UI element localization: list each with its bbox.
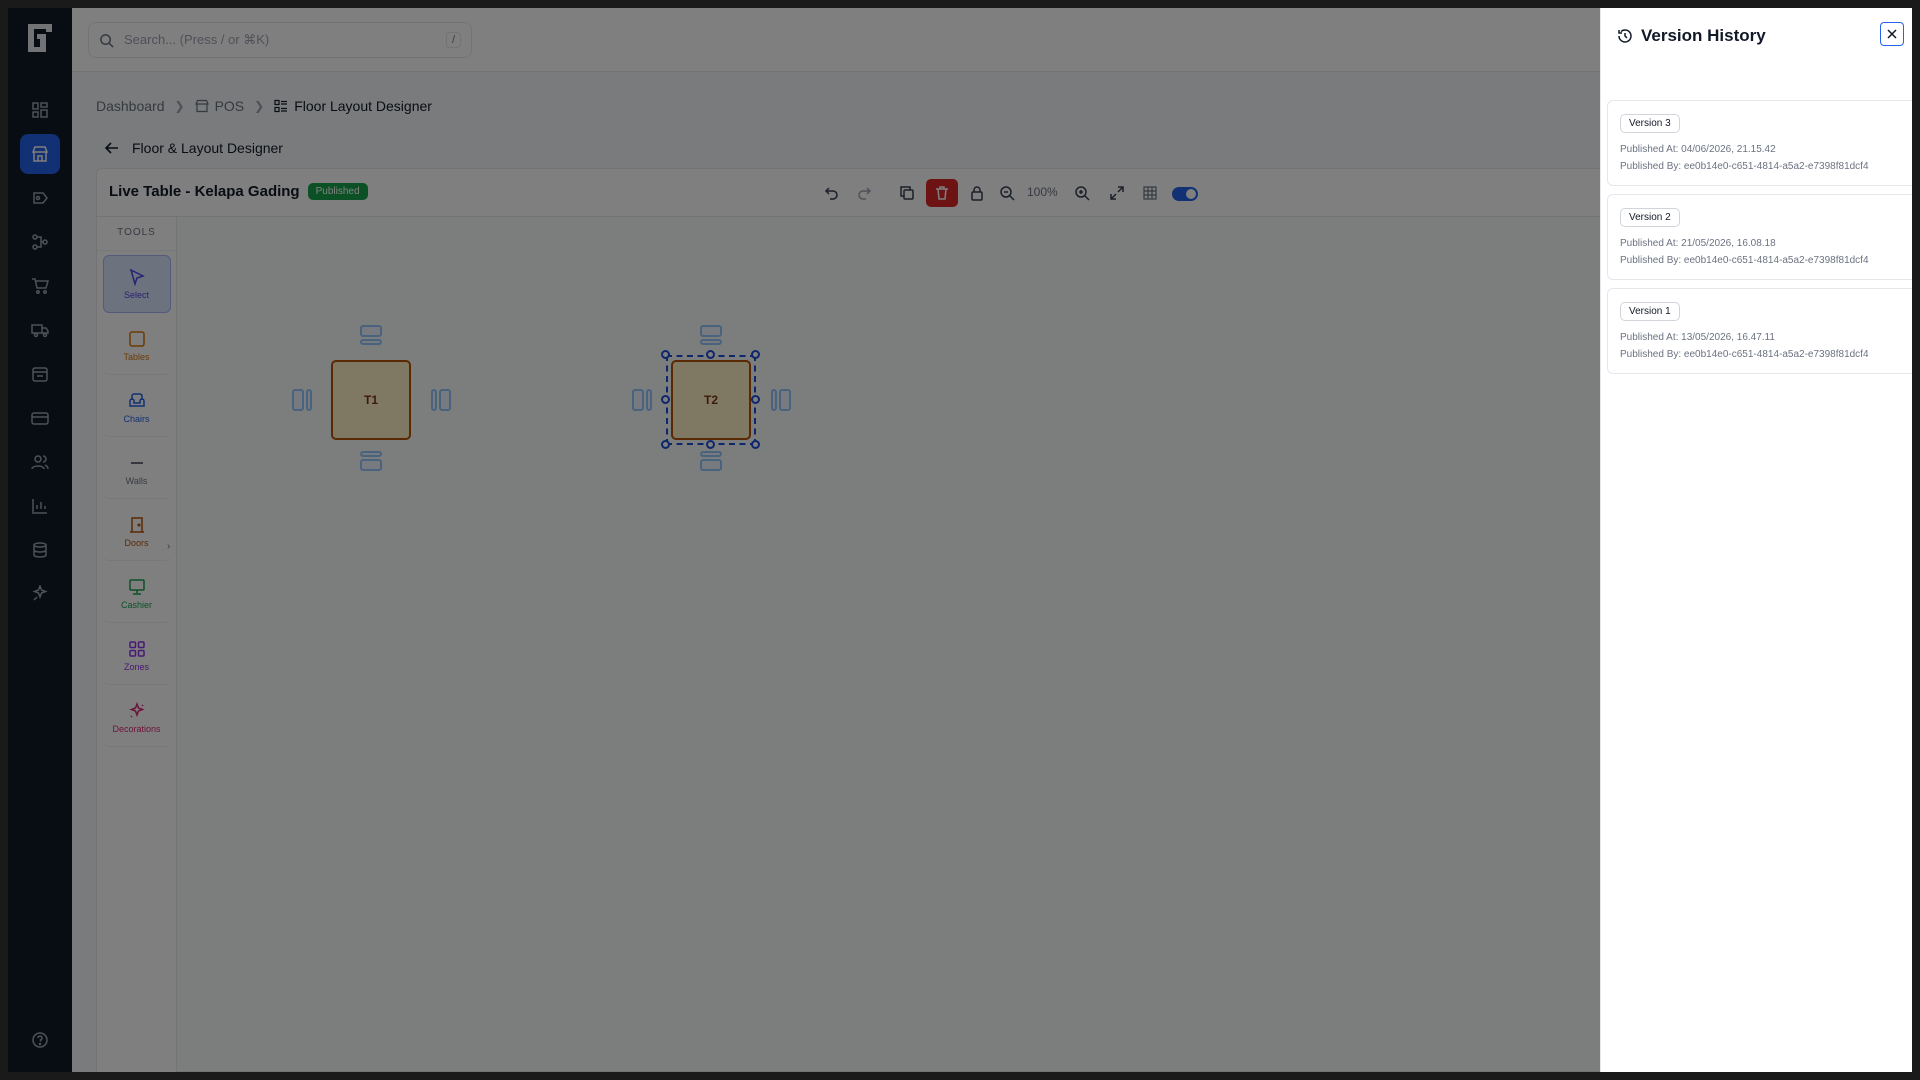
published-by: Published By: ee0b14e0-c651-4814-a5a2-e7… xyxy=(1620,255,1869,266)
modal-backdrop[interactable] xyxy=(8,8,1600,1072)
published-by: Published By: ee0b14e0-c651-4814-a5a2-e7… xyxy=(1620,349,1869,360)
version-tag: Version 3 xyxy=(1620,114,1680,133)
panel-title: Version History xyxy=(1641,26,1766,45)
published-at: Published At: 13/05/2026, 16.47.11 xyxy=(1620,332,1775,343)
published-at: Published At: 04/06/2026, 21.15.42 xyxy=(1620,144,1776,155)
published-by: Published By: ee0b14e0-c651-4814-a5a2-e7… xyxy=(1620,161,1869,172)
version-card[interactable]: Version 2 Published At: 21/05/2026, 16.0… xyxy=(1607,194,1912,280)
published-at: Published At: 21/05/2026, 16.08.18 xyxy=(1620,238,1776,249)
version-tag: Version 1 xyxy=(1620,302,1680,321)
version-card[interactable]: Version 3 Published At: 04/06/2026, 21.1… xyxy=(1607,100,1912,186)
close-icon xyxy=(1887,29,1897,39)
version-history-panel: Version History Version 3 Published At: … xyxy=(1600,8,1912,1072)
history-icon xyxy=(1618,29,1632,43)
close-button[interactable] xyxy=(1880,22,1904,46)
version-tag: Version 2 xyxy=(1620,208,1680,227)
app-window: Search... (Press / or ⌘K) / Dashboard ❯ … xyxy=(8,8,1912,1072)
version-card[interactable]: Version 1 Published At: 13/05/2026, 16.4… xyxy=(1607,288,1912,374)
